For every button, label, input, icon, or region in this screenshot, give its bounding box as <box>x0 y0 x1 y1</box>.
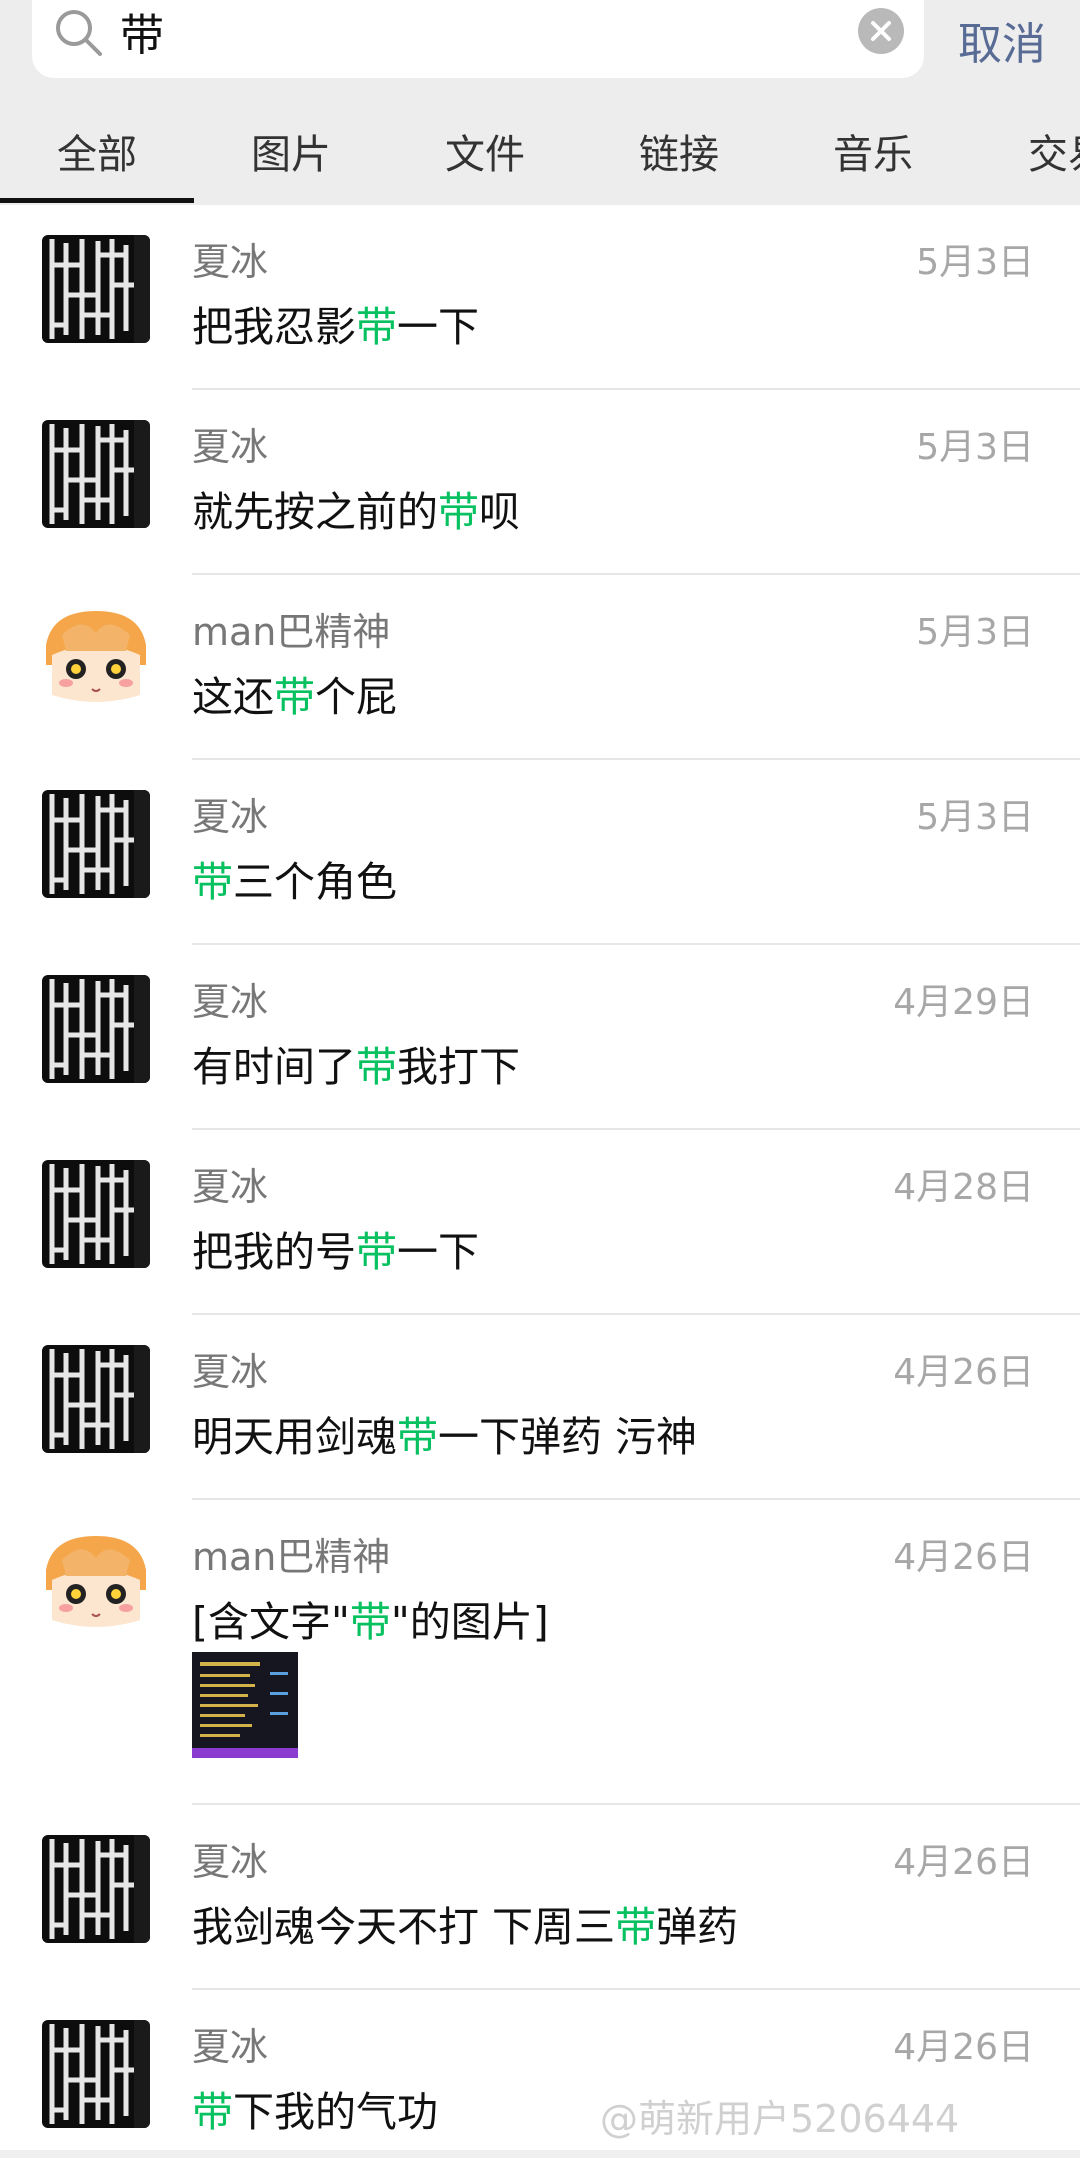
message-date: 4月26日 <box>893 2027 1034 2068</box>
anime-girl-avatar[interactable] <box>42 1530 150 1638</box>
message-date: 4月29日 <box>893 982 1034 1023</box>
lattice-avatar[interactable] <box>42 2020 150 2128</box>
sender-name: 夏冰 <box>192 1165 269 1209</box>
message-snippet: 把我的号带一下 <box>192 1218 479 1278</box>
message-snippet: 明天用剑魂带一下弹药 污神 <box>192 1403 697 1463</box>
keyword-highlight: 带 <box>438 488 479 536</box>
anime-girl-avatar[interactable] <box>42 605 150 713</box>
sender-name: 夏冰 <box>192 240 269 284</box>
lattice-avatar[interactable] <box>42 1160 150 1268</box>
snippet-text-after: 一下 <box>397 303 479 351</box>
message-snippet: 有时间了带我打下 <box>192 1033 520 1093</box>
sender-name: 夏冰 <box>192 1350 269 1394</box>
tab-transactions[interactable]: 交易 <box>970 110 1080 205</box>
snippet-text-after: 弹药 <box>656 1903 739 1951</box>
sender-name: 夏冰 <box>192 795 269 839</box>
message-snippet: 就先按之前的带呗 <box>192 478 520 538</box>
result-item[interactable]: 夏冰 5月3日就先按之前的带呗 <box>0 390 1080 575</box>
message-date: 4月26日 <box>893 1842 1034 1883</box>
message-snippet: 把我忍影带一下 <box>192 293 479 353</box>
message-snippet: 我剑魂今天不打 下周三带弹药 <box>192 1893 738 1953</box>
message-snippet: 带三个角色 <box>192 848 397 908</box>
snippet-text-after: 我打下 <box>397 1043 520 1091</box>
message-date: 4月26日 <box>893 1352 1034 1393</box>
bottom-strip <box>0 2150 1080 2158</box>
lattice-avatar[interactable] <box>42 975 150 1083</box>
snippet-text-after: 三个角色 <box>233 858 397 906</box>
lattice-avatar[interactable] <box>42 1345 150 1453</box>
result-item[interactable]: 夏冰 4月29日有时间了带我打下 <box>0 945 1080 1130</box>
lattice-avatar[interactable] <box>42 420 150 528</box>
sender-name: 夏冰 <box>192 425 269 469</box>
sender-name: man巴精神 <box>192 610 391 654</box>
snippet-text-before: 把我忍影 <box>192 303 356 351</box>
snippet-text-before: 这还 <box>192 673 274 721</box>
lattice-avatar[interactable] <box>42 235 150 343</box>
keyword-highlight: 带 <box>274 673 315 721</box>
search-input[interactable] <box>120 0 820 66</box>
keyword-highlight: 带 <box>356 1043 397 1091</box>
result-item[interactable]: 夏冰 5月3日把我忍影带一下 <box>0 205 1080 390</box>
keyword-highlight: 带 <box>192 858 233 906</box>
result-item[interactable]: 夏冰 4月28日把我的号带一下 <box>0 1130 1080 1315</box>
clear-icon[interactable] <box>858 8 904 54</box>
message-date: 4月28日 <box>893 1167 1034 1208</box>
message-date: 5月3日 <box>916 612 1034 653</box>
snippet-text-before: [含文字" <box>192 1598 350 1646</box>
filter-tabs: 全部 图片 文件 链接 音乐 交易 <box>0 110 1080 205</box>
keyword-highlight: 带 <box>397 1413 438 1461</box>
sender-name: 夏冰 <box>192 980 269 1024</box>
snippet-text-before: 明天用剑魂 <box>192 1413 397 1461</box>
result-item[interactable]: 夏冰 4月26日明天用剑魂带一下弹药 污神 <box>0 1315 1080 1500</box>
sender-name: man巴精神 <box>192 1535 391 1579</box>
sender-name: 夏冰 <box>192 1840 269 1884</box>
search-box[interactable] <box>32 0 924 78</box>
message-snippet: 这还带个屁 <box>192 663 397 723</box>
snippet-text-after: "的图片] <box>390 1598 549 1646</box>
keyword-highlight: 带 <box>615 1903 657 1951</box>
snippet-text-before: 就先按之前的 <box>192 488 438 536</box>
keyword-highlight: 带 <box>192 2088 233 2136</box>
tab-images[interactable]: 图片 <box>194 110 388 205</box>
message-date: 5月3日 <box>916 797 1034 838</box>
result-item[interactable]: 夏冰 5月3日带三个角色 <box>0 760 1080 945</box>
message-snippet: 带下我的气功 <box>192 2078 438 2138</box>
cancel-button[interactable]: 取消 <box>958 8 1046 72</box>
result-item[interactable]: 夏冰 4月26日我剑魂今天不打 下周三带弹药 <box>0 1805 1080 1990</box>
tab-files[interactable]: 文件 <box>388 110 582 205</box>
result-item[interactable]: man巴精神 4月26日 [含文字"带"的图片] <box>0 1500 1080 1805</box>
snippet-text-after: 下我的气功 <box>233 2088 438 2136</box>
search-icon <box>56 10 102 56</box>
snippet-text-after: 呗 <box>479 488 520 536</box>
active-tab-indicator <box>0 198 194 203</box>
snippet-text-after: 个屁 <box>315 673 397 721</box>
message-date: 5月3日 <box>916 242 1034 283</box>
keyword-highlight: 带 <box>356 1228 397 1276</box>
message-snippet: [含文字"带"的图片] <box>192 1588 549 1648</box>
snippet-text-before: 我剑魂今天不打 下周三 <box>192 1903 616 1951</box>
snippet-text-after: 一下 <box>397 1228 479 1276</box>
watermark: @萌新用户5206444 <box>600 2097 960 2141</box>
snippet-text-before: 有时间了 <box>192 1043 356 1091</box>
message-date: 5月3日 <box>916 427 1034 468</box>
image-thumbnail[interactable] <box>192 1652 298 1758</box>
message-date: 4月26日 <box>893 1537 1034 1578</box>
snippet-text-after: 一下弹药 污神 <box>438 1413 698 1461</box>
tab-links[interactable]: 链接 <box>582 110 776 205</box>
lattice-avatar[interactable] <box>42 790 150 898</box>
lattice-avatar[interactable] <box>42 1835 150 1943</box>
keyword-highlight: 带 <box>349 1598 391 1646</box>
sender-name: 夏冰 <box>192 2025 269 2069</box>
keyword-highlight: 带 <box>356 303 397 351</box>
top-bar: 取消 全部 图片 文件 链接 音乐 交易 <box>0 0 1080 205</box>
tab-all[interactable]: 全部 <box>0 110 194 205</box>
result-item[interactable]: 夏冰 4月26日带下我的气功 <box>0 1990 1080 2175</box>
snippet-text-before: 把我的号 <box>192 1228 356 1276</box>
result-item[interactable]: man巴精神 5月3日这还带个屁 <box>0 575 1080 760</box>
tab-music[interactable]: 音乐 <box>776 110 970 205</box>
